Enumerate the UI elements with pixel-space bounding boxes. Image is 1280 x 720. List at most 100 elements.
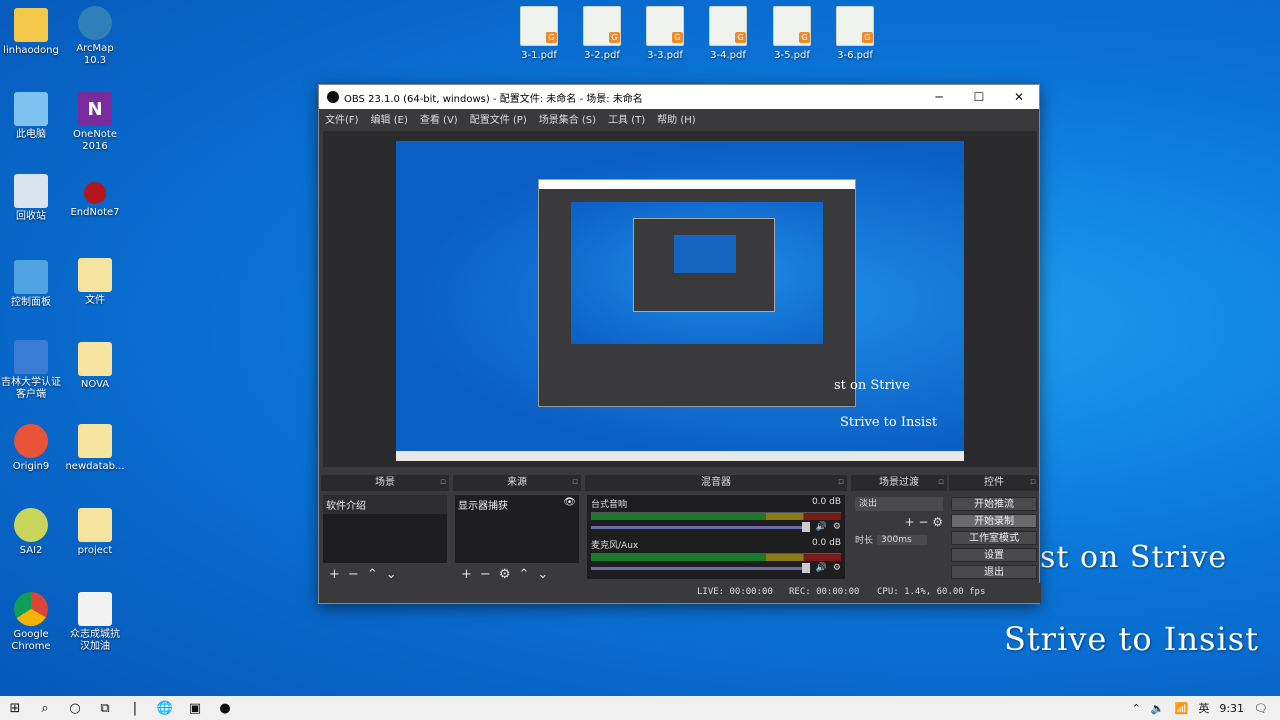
menu-help[interactable]: 帮助 (H) (657, 111, 696, 126)
pdf-icon (646, 6, 684, 46)
source-settings-icon[interactable]: ⚙ (499, 567, 511, 582)
ime-indicator[interactable]: 英 (1198, 700, 1209, 716)
mixer-body: 台式音响 0.0 dB 🔊 ⚙ 麦克风/Aux 0.0 dB 🔊 ⚙ (587, 495, 845, 579)
origin-icon (14, 424, 48, 458)
move-down-icon[interactable]: ⌄ (537, 567, 548, 582)
pdf-file-3-3[interactable]: 3-3.pdf (637, 6, 693, 61)
user-folder-icon (14, 8, 48, 42)
move-down-icon[interactable]: ⌄ (386, 567, 397, 582)
desktop-icon-onenote[interactable]: N OneNote 2016 (64, 92, 126, 153)
desktop-icon-origin9[interactable]: Origin9 (0, 424, 62, 473)
start-streaming-button[interactable]: 开始推流 (951, 497, 1037, 511)
system-tray: ⌃ 🔈 📶 英 9:31 🗨 (1132, 696, 1280, 720)
volume-slider[interactable] (591, 562, 810, 573)
move-up-icon[interactable]: ⌃ (367, 567, 378, 582)
start-recording-button[interactable]: 开始录制 (951, 514, 1037, 528)
pdf-icon (836, 6, 874, 46)
pdf-file-3-1[interactable]: 3-1.pdf (511, 6, 567, 61)
desktop-icon-endnote[interactable]: EndNote7 (64, 176, 126, 219)
mixer-title: 混音器 (585, 474, 847, 491)
settings-icon[interactable]: ⚙ (833, 522, 841, 532)
control-panel-icon (14, 260, 48, 294)
duration-label: 时长 (855, 536, 874, 546)
move-up-icon[interactable]: ⌃ (518, 567, 529, 582)
nested-obs-window (538, 179, 856, 407)
desktop-icon-linhaodong[interactable]: linhaodong (0, 8, 62, 57)
document-icon (78, 592, 112, 626)
settings-icon[interactable]: ⚙ (833, 563, 841, 573)
eye-icon[interactable]: 👁 (563, 497, 576, 512)
desktop-icon-files[interactable]: 文件 (64, 258, 126, 307)
pdf-file-3-5[interactable]: 3-5.pdf (764, 6, 820, 61)
window-title: OBS 23.1.0 (64-bit, windows) - 配置文件: 未命名… (344, 93, 643, 105)
pdf-file-3-6[interactable]: 3-6.pdf (827, 6, 883, 61)
desktop-icon-nova[interactable]: NOVA (64, 342, 126, 391)
desktop-icon-project[interactable]: project (64, 508, 126, 557)
maximize-button[interactable]: ☐ (959, 90, 999, 104)
remove-transition-icon[interactable]: − (918, 515, 928, 529)
menu-view[interactable]: 查看 (V) (420, 111, 458, 126)
app-taskbar-icon[interactable]: ▣ (180, 701, 210, 716)
add-transition-icon[interactable]: + (904, 515, 914, 529)
divider-icon: | (132, 700, 138, 716)
close-button[interactable]: ✕ (999, 90, 1039, 104)
desktop-icon-recycle-bin[interactable]: 回收站 (0, 174, 62, 223)
duration-input[interactable]: 300ms (877, 534, 928, 545)
minimize-button[interactable]: ─ (919, 90, 959, 104)
source-item[interactable]: 显示器捕获 👁 (455, 495, 579, 514)
volume-slider[interactable] (591, 521, 810, 532)
docks: 场景 软件介绍 + − ⌃ ⌄ 来源 显示器捕获 👁 + − (319, 474, 1041, 583)
clock[interactable]: 9:31 (1219, 702, 1244, 715)
controls-dock: 控件 开始推流 开始录制 工作室模式 设置 退出 (949, 474, 1039, 583)
menu-scene-collection[interactable]: 场景集合 (S) (539, 111, 596, 126)
transition-select[interactable]: 淡出 (855, 497, 943, 511)
wallpaper-text-1: st on Strive (1040, 540, 1228, 575)
preview-canvas[interactable]: st on Strive Strive to Insist (396, 141, 964, 461)
scenes-title: 场景 (321, 474, 449, 491)
computer-icon (14, 92, 48, 126)
transition-settings-icon[interactable]: ⚙ (932, 515, 943, 529)
speaker-icon[interactable]: 🔊 (816, 522, 827, 532)
wallpaper-text-2: Strive to Insist (1004, 620, 1259, 658)
sources-title: 来源 (453, 474, 581, 491)
desktop-icon-control-panel[interactable]: 控制面板 (0, 260, 62, 309)
desktop-icon-jlu-client[interactable]: 吉林大学认证 客户端 (0, 340, 62, 401)
task-view-icon[interactable]: ⧉ (90, 701, 120, 716)
desktop-icon-newdatab[interactable]: newdatab... (64, 424, 126, 473)
obs-titlebar[interactable]: OBS 23.1.0 (64-bit, windows) - 配置文件: 未命名… (319, 85, 1039, 109)
preview-taskbar (396, 451, 964, 461)
desktop-icon-doc[interactable]: 众志成城抗 汉加油 (64, 592, 126, 653)
notification-icon[interactable]: 🗨 (1254, 702, 1268, 715)
studio-mode-button[interactable]: 工作室模式 (951, 531, 1037, 545)
exit-button[interactable]: 退出 (951, 565, 1037, 579)
add-source-icon[interactable]: + (461, 567, 472, 582)
network-client-icon (14, 340, 48, 374)
desktop-icon-this-pc[interactable]: 此电脑 (0, 92, 62, 141)
cortana-icon[interactable]: ○ (60, 701, 90, 716)
menu-file[interactable]: 文件(F) (325, 111, 359, 126)
windows-start-icon[interactable]: ⊞ (0, 701, 30, 716)
volume-icon[interactable]: 🔈 (1151, 702, 1165, 715)
pdf-file-3-4[interactable]: 3-4.pdf (700, 6, 756, 61)
obs-taskbar-icon[interactable]: ● (210, 701, 240, 716)
desktop-icon-chrome[interactable]: Google Chrome (0, 592, 62, 653)
scene-item[interactable]: 软件介绍 (323, 495, 447, 514)
desktop-icon-arcmap[interactable]: ArcMap 10.3 (64, 6, 126, 67)
mixer-dock: 混音器 台式音响0.0 dB 🔊⚙ 麦克风/Aux0.0 dB 🔊⚙ (585, 474, 847, 583)
network-icon[interactable]: 📶 (1175, 702, 1189, 715)
remove-source-icon[interactable]: − (480, 567, 491, 582)
settings-button[interactable]: 设置 (951, 548, 1037, 562)
pdf-icon (520, 6, 558, 46)
search-icon[interactable]: ⌕ (30, 701, 60, 716)
menu-edit[interactable]: 编辑 (E) (371, 111, 408, 126)
add-scene-icon[interactable]: + (329, 567, 340, 582)
tray-arrow-icon[interactable]: ⌃ (1132, 702, 1141, 715)
menu-profile[interactable]: 配置文件 (P) (470, 111, 527, 126)
menu-tools[interactable]: 工具 (T) (608, 111, 645, 126)
desktop-icon-sai2[interactable]: SAI2 (0, 508, 62, 557)
volume-meter (591, 512, 841, 520)
speaker-icon[interactable]: 🔊 (816, 563, 827, 573)
remove-scene-icon[interactable]: − (348, 567, 359, 582)
arcmap-taskbar-icon[interactable]: 🌐 (150, 701, 180, 716)
pdf-file-3-2[interactable]: 3-2.pdf (574, 6, 630, 61)
